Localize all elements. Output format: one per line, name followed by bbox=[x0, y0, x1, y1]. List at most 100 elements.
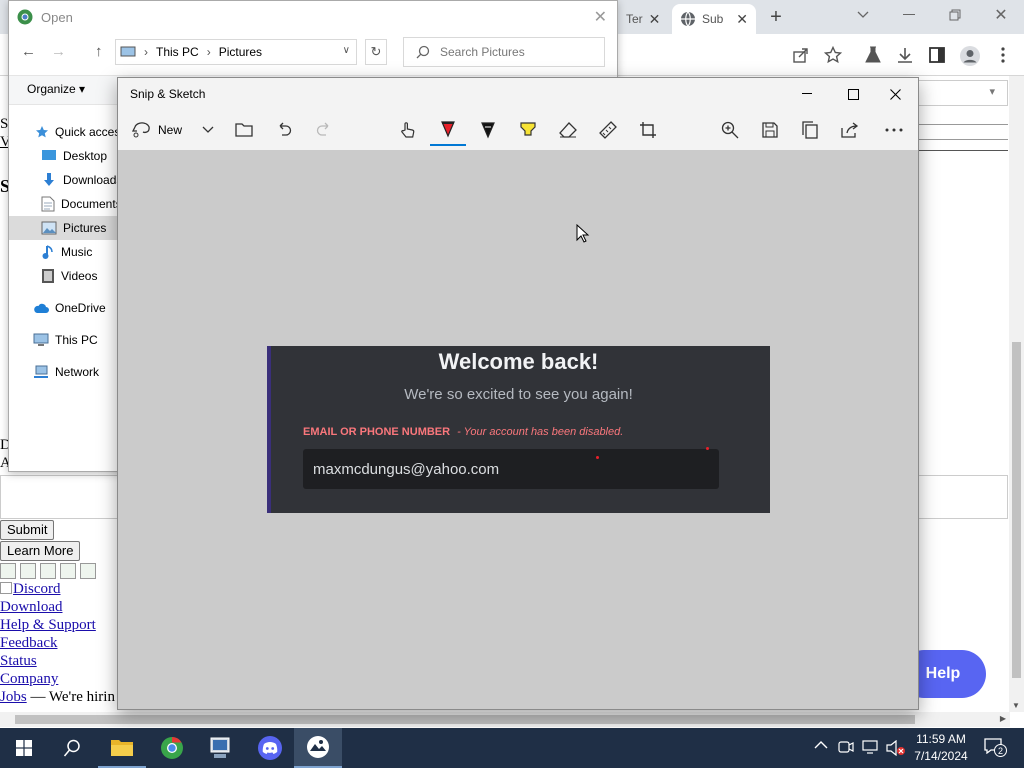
broken-image-icon[interactable] bbox=[80, 563, 96, 579]
chrome-icon[interactable] bbox=[148, 728, 196, 768]
scrollbar-thumb[interactable] bbox=[15, 715, 915, 724]
close-icon[interactable]: ✕ bbox=[594, 7, 607, 27]
vertical-scrollbar[interactable]: ▼ bbox=[1009, 76, 1024, 712]
extension-icon[interactable] bbox=[862, 44, 884, 66]
touch-writing-icon[interactable] bbox=[390, 114, 426, 146]
zoom-in-icon[interactable] bbox=[712, 114, 748, 146]
ruler-icon[interactable] bbox=[590, 114, 626, 146]
breadcrumb-this-pc[interactable]: This PC bbox=[156, 45, 199, 59]
chevron-down-icon[interactable] bbox=[852, 4, 874, 26]
document-icon bbox=[41, 196, 55, 212]
broken-image-icon[interactable] bbox=[40, 563, 56, 579]
new-tab-button[interactable]: + bbox=[764, 6, 788, 28]
nav-music[interactable]: Music bbox=[9, 240, 119, 264]
organize-button[interactable]: Organize ▾ bbox=[27, 82, 85, 96]
learn-more-button[interactable]: Learn More bbox=[0, 541, 81, 561]
chevron-right-icon: › bbox=[144, 45, 148, 59]
more-vert-icon[interactable] bbox=[992, 44, 1014, 66]
address-breadcrumb[interactable]: › This PC › Pictures ∨ bbox=[115, 39, 357, 65]
eraser-icon[interactable] bbox=[550, 114, 586, 146]
computer-icon bbox=[120, 46, 136, 58]
discord-icon[interactable] bbox=[246, 728, 294, 768]
broken-image-icon[interactable] bbox=[60, 563, 76, 579]
desktop-icon bbox=[41, 149, 57, 163]
open-folder-icon[interactable] bbox=[226, 114, 262, 146]
page-input[interactable] bbox=[918, 124, 1008, 140]
maximize-icon[interactable] bbox=[830, 78, 876, 110]
network-monitor-icon[interactable] bbox=[196, 728, 244, 768]
highlighter-icon[interactable] bbox=[510, 114, 546, 146]
close-icon[interactable] bbox=[872, 78, 918, 110]
nav-label: Network bbox=[55, 365, 100, 379]
copy-icon[interactable] bbox=[792, 114, 828, 146]
share-icon[interactable] bbox=[832, 114, 868, 146]
share-icon[interactable] bbox=[790, 44, 812, 66]
scrollbar-thumb[interactable] bbox=[1012, 342, 1021, 678]
nav-quick-access[interactable]: Quick access bbox=[9, 120, 119, 144]
search-icon[interactable] bbox=[48, 728, 96, 768]
minimize-icon[interactable] bbox=[898, 4, 920, 26]
tab-close-icon[interactable]: ✕ bbox=[649, 11, 661, 28]
refresh-icon[interactable]: ↻ bbox=[365, 39, 387, 65]
chevron-down-icon[interactable]: ∨ bbox=[343, 45, 350, 56]
nav-onedrive[interactable]: OneDrive bbox=[9, 296, 119, 320]
notification-center-icon[interactable]: 2 bbox=[984, 738, 1008, 758]
nav-documents[interactable]: Documents bbox=[9, 192, 119, 216]
volume-muted-icon[interactable] bbox=[886, 740, 906, 756]
scroll-down-icon[interactable]: ▼ bbox=[1012, 701, 1020, 710]
nav-videos[interactable]: Videos bbox=[9, 264, 119, 288]
snip-sketch-icon[interactable] bbox=[294, 728, 342, 768]
status-link[interactable]: Status bbox=[0, 653, 37, 670]
download-link[interactable]: Download bbox=[0, 599, 63, 616]
new-snip-button[interactable]: New bbox=[126, 114, 188, 146]
redo-icon[interactable] bbox=[306, 114, 342, 146]
submit-button[interactable]: Submit bbox=[0, 520, 55, 540]
horizontal-scrollbar[interactable]: ▶ bbox=[0, 712, 1010, 727]
system-clock[interactable]: 11:59 AM 7/14/2024 bbox=[908, 731, 974, 765]
tab-close-icon[interactable]: ✕ bbox=[736, 11, 748, 28]
forward-arrow-icon[interactable]: → bbox=[51, 43, 66, 60]
broken-image-icon[interactable] bbox=[0, 563, 16, 579]
ballpoint-pen-icon[interactable] bbox=[430, 114, 466, 146]
breadcrumb-pictures[interactable]: Pictures bbox=[219, 45, 262, 59]
email-field-label: EMAIL OR PHONE NUMBER - Your account has… bbox=[303, 426, 623, 438]
page-select[interactable]: ▾ bbox=[918, 80, 1008, 106]
company-link[interactable]: Company bbox=[0, 671, 58, 688]
jobs-link[interactable]: Jobs bbox=[0, 689, 27, 705]
up-arrow-icon[interactable]: ↑ bbox=[95, 43, 103, 60]
search-input[interactable]: Search Pictures bbox=[403, 37, 605, 67]
tray-chevron-up-icon[interactable] bbox=[814, 740, 830, 756]
undo-icon[interactable] bbox=[266, 114, 302, 146]
file-explorer-icon[interactable] bbox=[98, 728, 146, 768]
star-icon[interactable] bbox=[822, 44, 844, 66]
scroll-right-icon[interactable]: ▶ bbox=[1000, 714, 1006, 723]
feedback-link[interactable]: Feedback bbox=[0, 635, 57, 652]
minimize-icon[interactable] bbox=[784, 78, 830, 110]
jobs-suffix: — We're hirin bbox=[26, 689, 115, 705]
chevron-down-icon[interactable] bbox=[190, 114, 226, 146]
pencil-icon[interactable] bbox=[470, 114, 506, 146]
browser-tab-active[interactable]: Sub ✕ bbox=[672, 4, 756, 34]
crop-icon[interactable] bbox=[630, 114, 666, 146]
back-arrow-icon[interactable]: ← bbox=[21, 43, 36, 60]
save-icon[interactable] bbox=[752, 114, 788, 146]
restore-icon[interactable] bbox=[944, 4, 966, 26]
nav-pictures-selected[interactable]: Pictures bbox=[9, 216, 119, 240]
nav-this-pc[interactable]: This PC bbox=[9, 328, 119, 352]
meet-now-icon[interactable] bbox=[838, 740, 856, 756]
close-icon[interactable]: ✕ bbox=[990, 4, 1012, 26]
profile-icon[interactable] bbox=[958, 44, 982, 68]
windows-start-icon[interactable] bbox=[0, 728, 48, 768]
more-options-icon[interactable] bbox=[876, 114, 912, 146]
help-support-link[interactable]: Help & Support bbox=[0, 617, 96, 634]
network-status-icon[interactable] bbox=[862, 740, 880, 756]
nav-label: Downloads bbox=[63, 173, 119, 187]
nav-downloads[interactable]: Downloads bbox=[9, 168, 119, 192]
nav-desktop[interactable]: Desktop bbox=[9, 144, 119, 168]
broken-image-icon[interactable] bbox=[20, 563, 36, 579]
nav-network[interactable]: Network bbox=[9, 360, 119, 384]
download-icon[interactable] bbox=[894, 44, 916, 66]
browser-tab[interactable]: Ter ✕ bbox=[618, 4, 670, 34]
discord-logo-link[interactable]: Discord bbox=[0, 581, 61, 598]
sidepanel-icon[interactable] bbox=[926, 44, 948, 66]
